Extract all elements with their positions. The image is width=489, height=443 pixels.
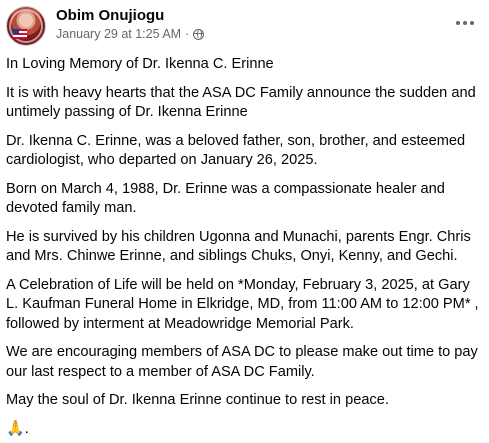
flag-icon — [13, 29, 27, 39]
author-avatar[interactable] — [6, 6, 46, 46]
post-meta: January 29 at 1:25 AM · — [56, 27, 205, 41]
more-options-button[interactable] — [453, 14, 477, 32]
post-timestamp[interactable]: January 29 at 1:25 AM — [56, 27, 181, 41]
post-paragraph: May the soul of Dr. Ikenna Erinne contin… — [6, 392, 389, 408]
author-name[interactable]: Obim Onujiogu — [56, 7, 164, 24]
post-paragraph: We are encouraging members of ASA DC to … — [6, 344, 478, 380]
meta-separator: · — [185, 27, 190, 41]
post-paragraph: A Celebration of Life will be held on *M… — [6, 276, 479, 332]
post-paragraph: Born on March 4, 1988, Dr. Erinne was a … — [6, 180, 445, 217]
facebook-post: Obim Onujiogu January 29 at 1:25 AM · In… — [0, 0, 489, 443]
more-dot-icon — [456, 21, 460, 25]
more-dot-icon — [463, 21, 467, 25]
post-paragraph: In Loving Memory of Dr. Ikenna C. Erinne — [6, 56, 274, 72]
more-dot-icon — [470, 21, 474, 25]
post-body: In Loving Memory of Dr. Ikenna C. Erinne… — [6, 55, 480, 438]
globe-icon[interactable] — [193, 28, 205, 40]
post-header: Obim Onujiogu January 29 at 1:25 AM · — [6, 6, 483, 48]
post-paragraph: He is survived by his children Ugonna an… — [6, 228, 471, 265]
post-paragraph: Dr. Ikenna C. Erinne, was a beloved fath… — [6, 132, 466, 169]
praying-hands-icon: 🙏. — [6, 419, 29, 437]
post-paragraph: It is with heavy hearts that the ASA DC … — [6, 84, 476, 121]
